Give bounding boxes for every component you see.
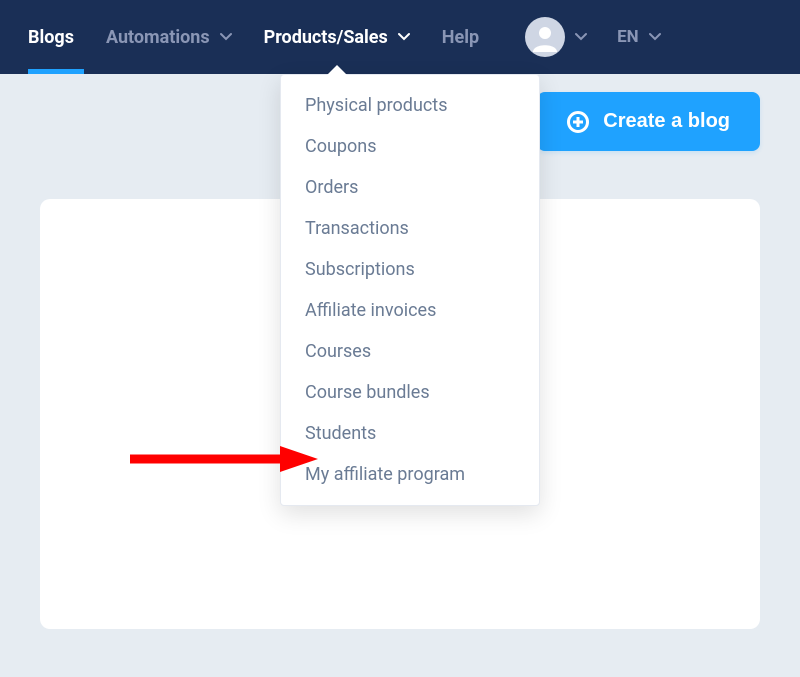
plus-circle-icon (567, 111, 589, 133)
language-label: EN (617, 27, 639, 47)
user-menu[interactable] (495, 17, 597, 57)
chevron-down-icon (398, 32, 410, 42)
dropdown-item-coupons[interactable]: Coupons (281, 126, 539, 167)
nav-products-sales[interactable]: Products/Sales (248, 0, 426, 74)
dropdown-item-transactions[interactable]: Transactions (281, 208, 539, 249)
arrow-annotation (130, 444, 320, 474)
dropdown-item-label: Affiliate invoices (305, 300, 436, 321)
dropdown-item-affiliate-invoices[interactable]: Affiliate invoices (281, 290, 539, 331)
chevron-down-icon (649, 32, 661, 42)
dropdown-item-subscriptions[interactable]: Subscriptions (281, 249, 539, 290)
chevron-down-icon (575, 32, 587, 42)
dropdown-item-label: Orders (305, 177, 358, 198)
dropdown-item-label: My affiliate program (305, 464, 465, 485)
dropdown-item-label: Courses (305, 341, 371, 362)
dropdown-item-physical-products[interactable]: Physical products (281, 85, 539, 126)
nav-products-sales-label: Products/Sales (264, 27, 388, 48)
dropdown-item-label: Subscriptions (305, 259, 415, 280)
create-blog-button[interactable]: Create a blog (537, 92, 760, 151)
nav-blogs-label: Blogs (28, 27, 74, 48)
nav-automations-label: Automations (106, 27, 210, 48)
nav-automations[interactable]: Automations (90, 0, 248, 74)
avatar (525, 17, 565, 57)
dropdown-item-label: Course bundles (305, 382, 430, 403)
dropdown-item-label: Transactions (305, 218, 409, 239)
top-navigation: Blogs Automations Products/Sales Help EN (0, 0, 800, 74)
nav-help-label: Help (442, 27, 479, 48)
nav-help[interactable]: Help (426, 0, 495, 74)
chevron-down-icon (220, 32, 232, 42)
dropdown-item-course-bundles[interactable]: Course bundles (281, 372, 539, 413)
create-blog-label: Create a blog (603, 110, 730, 133)
products-sales-dropdown: Physical products Coupons Orders Transac… (280, 74, 540, 506)
language-selector[interactable]: EN (605, 27, 673, 47)
dropdown-item-label: Students (305, 423, 376, 444)
dropdown-item-orders[interactable]: Orders (281, 167, 539, 208)
dropdown-item-label: Coupons (305, 136, 377, 157)
dropdown-item-label: Physical products (305, 95, 447, 116)
nav-blogs[interactable]: Blogs (12, 0, 90, 74)
dropdown-item-courses[interactable]: Courses (281, 331, 539, 372)
